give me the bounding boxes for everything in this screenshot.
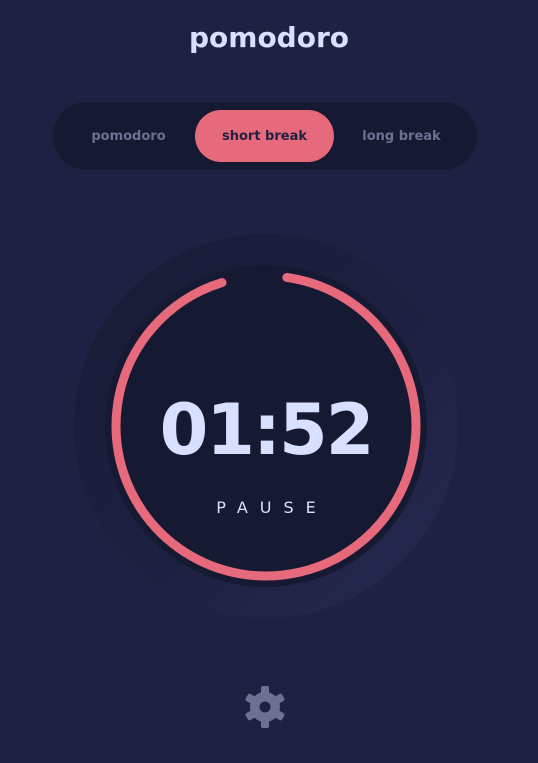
app-title: pomodoro [188,21,349,54]
settings-button[interactable] [244,686,286,728]
mode-switch: pomodoro short break long break [53,102,477,170]
timer-display: 01:52 [159,389,375,471]
pause-button[interactable]: PAUSE [105,496,427,520]
tab-pomodoro[interactable]: pomodoro [59,110,198,162]
gear-icon [245,686,285,728]
tab-long-break[interactable]: long break [332,110,471,162]
tab-short-break[interactable]: short break [195,110,334,162]
